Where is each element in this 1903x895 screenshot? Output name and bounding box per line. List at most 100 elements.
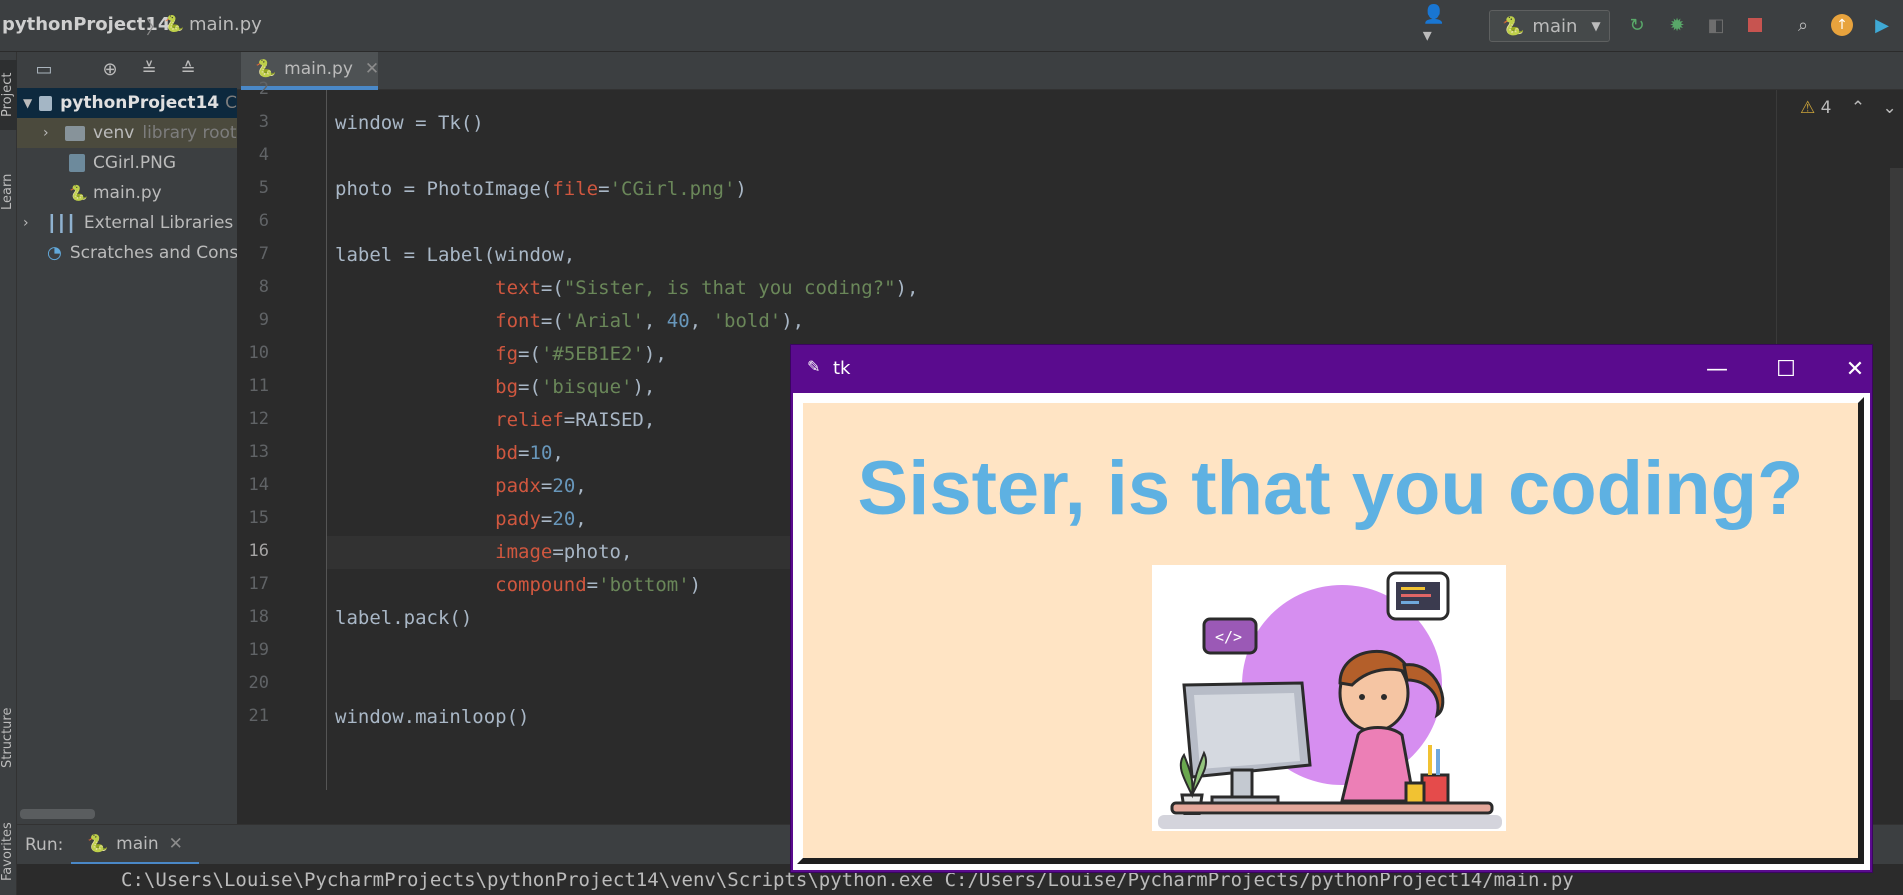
editor-tab-bar: 🐍 main.py ✕	[237, 52, 1903, 90]
close-button[interactable]: ✕	[1835, 353, 1875, 385]
line-number: 18	[248, 607, 269, 627]
line-number: 4	[258, 145, 269, 165]
tree-item-project-root[interactable]: ▼ pythonProject14 C	[17, 88, 237, 118]
tree-item-scratches[interactable]: ◔ Scratches and Consoles	[17, 238, 237, 268]
run-configuration-label: main	[1532, 15, 1578, 37]
tk-label-widget: Sister, is that you coding? </>	[797, 397, 1864, 864]
breadcrumb-separator: 〉	[146, 18, 164, 39]
line-number: 8	[258, 277, 269, 297]
tree-item-label: Scratches and Consoles	[69, 243, 237, 263]
code-line-7: label = Label(window,	[335, 244, 576, 266]
chevron-up-icon[interactable]: ⌃	[1851, 98, 1865, 118]
line-number: 20	[248, 673, 269, 693]
python-icon: 🐍	[1502, 15, 1525, 37]
tree-item-suffix: C	[225, 93, 237, 113]
run-label: Run:	[25, 835, 64, 855]
line-number: 16	[248, 541, 269, 561]
line-number: 21	[248, 706, 269, 726]
code-line-14: padx=20,	[495, 475, 587, 497]
line-number: 10	[248, 343, 269, 363]
tree-item-main-py[interactable]: 🐍 main.py	[17, 178, 237, 208]
warning-count: 4	[1820, 98, 1832, 118]
rerun-icon[interactable]: ↻	[1626, 14, 1648, 36]
folder-icon	[65, 125, 85, 141]
code-line-13: bd=10,	[495, 442, 564, 464]
feather-icon: ✎	[807, 357, 821, 376]
tree-item-cgirl-png[interactable]: CGirl.PNG	[17, 148, 237, 178]
tree-item-venv[interactable]: › venv library root	[17, 118, 237, 148]
tree-item-external-libraries[interactable]: › ┃┃┃ External Libraries	[17, 208, 237, 238]
gutter-divider	[326, 90, 327, 790]
tree-item-label: CGirl.PNG	[93, 153, 177, 173]
console-command-line: C:\Users\Louise\PycharmProjects\pythonPr…	[121, 869, 1574, 891]
collapse-all-icon[interactable]: ≙	[177, 58, 199, 80]
tab-label: main.py	[284, 59, 353, 79]
structure-tool-button[interactable]: Structure	[0, 688, 17, 788]
coverage-icon[interactable]: ◧	[1705, 14, 1727, 36]
vertical-scrollbar[interactable]	[1890, 168, 1903, 700]
run-tab-label: main	[116, 833, 159, 854]
run-tab-main[interactable]: 🐍 main ✕	[71, 825, 199, 865]
inspection-widget[interactable]: ⚠ 4 ⌃ ⌄	[1800, 98, 1897, 118]
line-number: 17	[248, 574, 269, 594]
update-icon[interactable]: ↑	[1831, 14, 1853, 36]
user-account-icon[interactable]: 👤▾	[1423, 4, 1445, 46]
view-mode-icon[interactable]: ▭	[33, 58, 55, 80]
line-number: 2	[258, 79, 269, 99]
close-icon[interactable]: ✕	[169, 834, 183, 854]
expand-all-icon[interactable]: ≚	[138, 58, 160, 80]
svg-text:</>: </>	[1215, 628, 1242, 646]
code-line-17: compound='bottom')	[495, 574, 702, 596]
close-icon[interactable]: ✕	[365, 59, 379, 79]
code-line-18: label.pack()	[335, 607, 473, 629]
tk-label-text: Sister, is that you coding?	[857, 446, 1804, 531]
tree-item-label: pythonProject14	[60, 93, 220, 113]
tree-item-label: main.py	[93, 183, 162, 203]
line-number: 7	[258, 244, 269, 264]
stop-icon[interactable]	[1744, 14, 1766, 36]
chevron-right-icon: ›	[23, 215, 29, 231]
debug-icon[interactable]: ✹	[1666, 14, 1688, 36]
chevron-down-icon: ▼	[1591, 19, 1601, 33]
line-number: 15	[248, 508, 269, 528]
breadcrumb-file[interactable]: main.py	[189, 14, 262, 35]
minimize-button[interactable]: —	[1697, 353, 1737, 385]
line-number: 12	[248, 409, 269, 429]
code-line-5: photo = PhotoImage(file='CGirl.png')	[335, 178, 747, 200]
library-icon: ┃┃┃	[47, 213, 76, 233]
line-number: 6	[258, 211, 269, 231]
python-icon: 🐍	[87, 833, 109, 854]
plugin-icon[interactable]: ▶	[1871, 14, 1893, 36]
line-number: 11	[248, 376, 269, 396]
favorites-tool-button[interactable]: Favorites	[0, 812, 17, 892]
line-number: 14	[248, 475, 269, 495]
run-configuration-dropdown[interactable]: 🐍 main ▼	[1489, 10, 1610, 42]
image-file-icon	[69, 154, 85, 172]
code-line-8: text=("Sister, is that you coding?"),	[495, 277, 919, 299]
search-icon[interactable]: ⌕	[1792, 14, 1814, 36]
tree-item-label: External Libraries	[83, 213, 234, 233]
horizontal-scrollbar[interactable]	[20, 809, 95, 819]
tk-titlebar[interactable]: ✎ tk — ☐ ✕	[791, 345, 1872, 393]
chevron-right-icon: ›	[43, 125, 49, 141]
chevron-down-icon[interactable]: ⌄	[1883, 98, 1897, 118]
code-line-16: image=photo,	[495, 541, 633, 563]
maximize-button[interactable]: ☐	[1766, 353, 1806, 385]
locate-icon[interactable]: ⊕	[99, 58, 121, 80]
line-number: 5	[258, 178, 269, 198]
tree-item-suffix: library root	[142, 123, 237, 143]
tk-window-title: tk	[833, 358, 851, 379]
tree-item-label: venv	[93, 123, 135, 143]
code-line-11: bg=('bisque'),	[495, 376, 656, 398]
learn-tool-button[interactable]: Learn	[0, 162, 17, 222]
python-file-icon: 🐍	[69, 184, 88, 202]
navigation-bar: pythonProject14 〉 🐍 main.py 👤▾ 🐍 main ▼ …	[0, 0, 1903, 52]
left-tool-stripe: Project Learn Structure Favorites	[0, 52, 17, 895]
chevron-down-icon: ▼	[23, 96, 33, 110]
project-tool-button[interactable]: Project	[0, 60, 17, 130]
code-line-3: window = Tk()	[335, 112, 484, 134]
python-file-icon: 🐍	[255, 59, 277, 79]
warning-icon: ⚠	[1800, 98, 1816, 118]
project-panel: ▭ ⊕ ≚ ≙ ▼ pythonProject14 C › venv libra…	[17, 52, 237, 824]
tk-window[interactable]: ✎ tk — ☐ ✕ Sister, is that you coding? <…	[791, 345, 1872, 872]
